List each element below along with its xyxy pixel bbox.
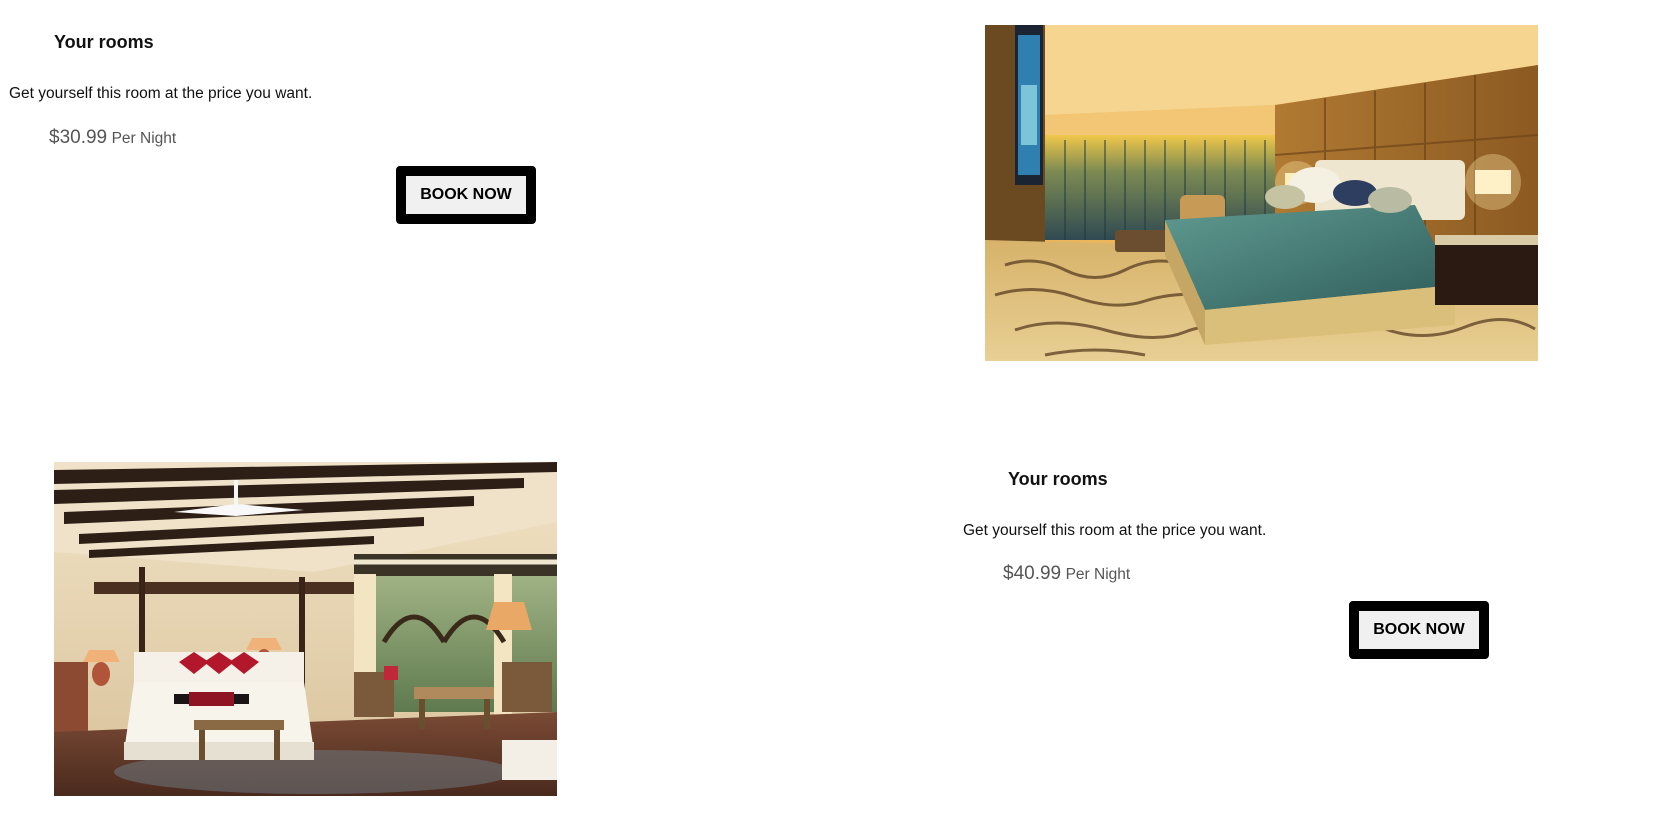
room-description: Get yourself this room at the price you …	[963, 522, 1267, 539]
room-photo-modern	[985, 25, 1538, 361]
room-price: $30.99 Per Night	[49, 127, 176, 149]
room-price: $40.99 Per Night	[1003, 563, 1130, 585]
book-now-button[interactable]: BOOK NOW	[396, 166, 536, 224]
room-title: Your rooms	[1008, 469, 1108, 489]
price-amount: $40.99	[1003, 563, 1062, 584]
price-unit: Per Night	[111, 130, 177, 147]
room-photo-traditional	[54, 462, 557, 796]
book-now-button[interactable]: BOOK NOW	[1349, 601, 1489, 659]
price-amount: $30.99	[49, 127, 108, 148]
room-title: Your rooms	[54, 32, 154, 52]
room-description: Get yourself this room at the price you …	[9, 85, 313, 102]
price-unit: Per Night	[1065, 566, 1131, 583]
